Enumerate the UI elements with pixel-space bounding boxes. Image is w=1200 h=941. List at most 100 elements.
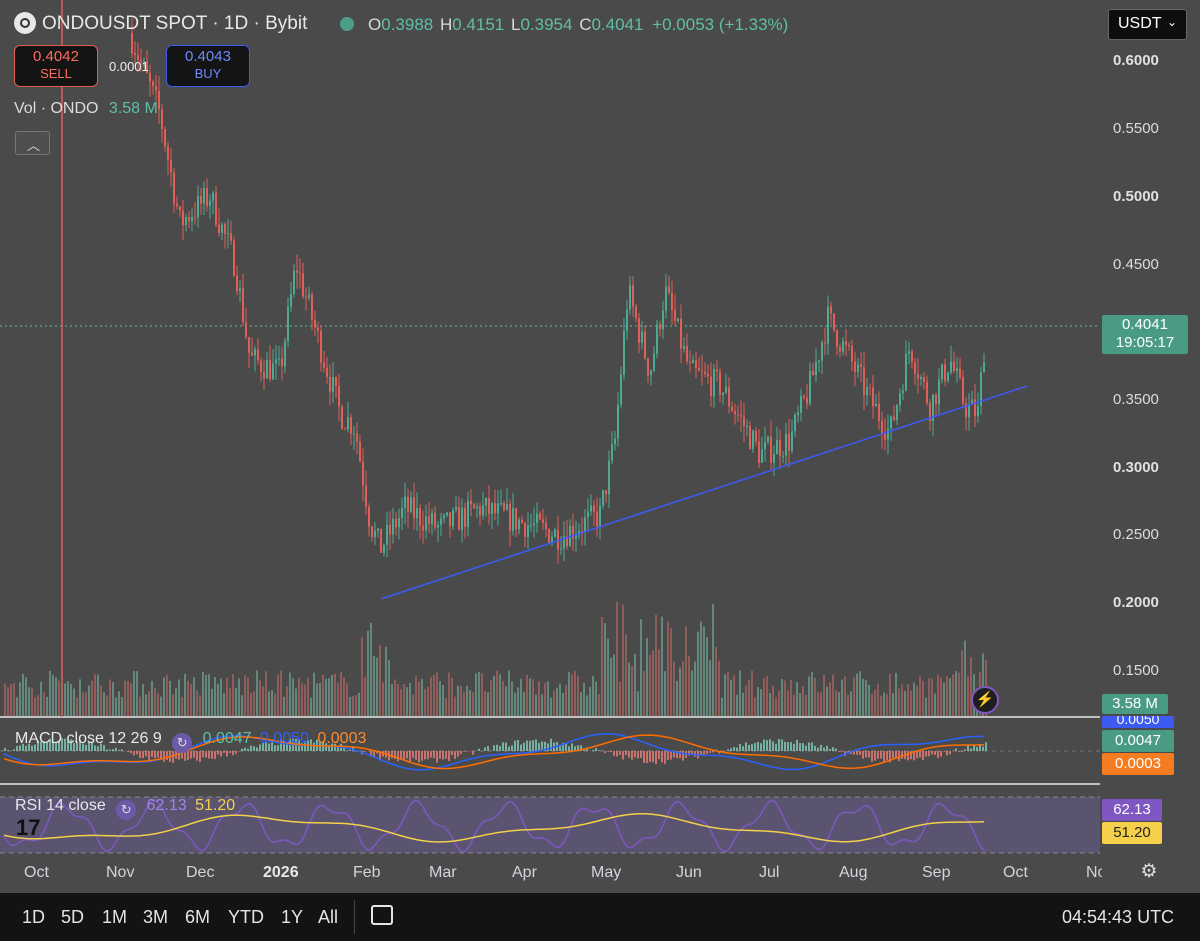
candle-body [149,72,151,82]
sell-button[interactable]: 0.4042 SELL [14,45,98,87]
volume-bar [670,628,672,716]
volume-bar [316,683,318,716]
timeframe-1y[interactable]: 1Y [281,907,303,928]
macd-histogram-bar [856,751,858,755]
candle-body [605,490,607,495]
timeframe-ytd[interactable]: YTD [228,907,264,928]
candle-body [653,353,655,371]
candle-body [392,518,394,535]
volume-bar [49,670,51,716]
macd-histogram-bar [967,745,969,751]
candle-body [953,361,955,371]
candle-body [785,433,787,456]
volume-bar [76,697,78,716]
symbol-logo-icon[interactable] [14,12,36,34]
volume-bar [352,696,354,716]
volume-bar [574,671,576,716]
candle-body [863,367,865,396]
volume-bar [844,676,846,716]
macd-histogram-bar [808,742,810,751]
volume-bar [358,692,360,716]
volume-bar [313,672,315,716]
macd-histogram-bar [643,751,645,763]
candle-body [947,372,949,381]
macd-histogram-bar [748,744,750,751]
volume-bar [499,674,501,716]
volume-bar [259,680,261,716]
rsi-settings-icon[interactable]: ↻ [116,800,137,820]
timeframe-3m[interactable]: 3M [143,907,168,928]
timeframe-all[interactable]: All [318,907,338,928]
candle-body [230,233,232,241]
macd-histogram-bar [436,751,438,763]
volume-bar [274,693,276,716]
price-chart[interactable] [0,0,1200,893]
macd-histogram-bar [493,745,495,751]
candle-body [407,496,409,512]
time-axis-label: Jun [676,864,702,881]
candle-body [431,512,433,524]
candle-body [893,416,895,420]
currency-select[interactable]: USDT ⌄ [1108,9,1187,40]
volume-bar [136,671,138,716]
volume-bar [148,691,150,716]
candle-body [341,406,343,429]
volume-bar [346,683,348,716]
date-range-icon[interactable] [371,905,393,925]
volume-bar [697,631,699,716]
volume-bar [172,694,174,716]
market-status-icon [340,17,354,31]
volume-bar [355,695,357,716]
macd-histogram-bar [865,751,867,758]
volume-bar [379,644,381,716]
macd-histogram-bar [937,751,939,759]
candle-body [470,500,472,505]
macd-histogram-bar [745,742,747,751]
candle-body [167,146,169,160]
macd-histogram-bar [778,738,780,751]
chevron-down-icon: ⌄ [1166,15,1177,29]
buy-button[interactable]: 0.4043 BUY [166,45,250,87]
volume-bar [649,654,651,716]
candle-body [374,530,376,537]
candle-body [221,224,223,233]
candle-body [641,331,643,344]
timeframe-6m[interactable]: 6M [185,907,210,928]
candle-body [437,524,439,528]
volume-bar [16,697,18,716]
timeframe-1m[interactable]: 1M [102,907,127,928]
macd-histogram-bar [742,746,744,751]
candle-body [245,322,247,338]
volume-bar [565,685,567,716]
lightning-icon[interactable]: ⚡ [971,686,999,714]
candle-body [461,507,463,531]
candle-body [497,503,499,514]
volume-bar [571,674,573,716]
macd-histogram-bar [457,751,459,757]
volume-bar [310,697,312,716]
macd-histogram-bar [706,751,708,754]
volume-bar [181,696,183,716]
buy-label: BUY [194,66,222,81]
collapse-legend-button[interactable]: ︿ [15,131,50,155]
volume-bar [376,657,378,716]
macd-settings-icon[interactable]: ↻ [172,733,193,753]
candle-body [725,387,727,393]
candle-body [797,412,799,416]
candle-body [719,371,721,395]
candle-body [287,306,289,342]
volume-bar [595,681,597,716]
volume-bar [484,690,486,716]
rsi-value: 62.13 [146,797,187,814]
symbol-title[interactable]: ONDOUSDT SPOT · 1D · Bybit [42,13,307,35]
macd-histogram-bar [667,751,669,760]
chart-settings-icon[interactable]: ⚙ [1139,862,1159,882]
candle-body [869,387,871,389]
macd-histogram-bar [427,751,429,760]
utc-clock[interactable]: 04:54:43 UTC [1062,907,1174,928]
timeframe-5d[interactable]: 5D [61,907,84,928]
timeframe-1d[interactable]: 1D [22,907,45,928]
candle-body [179,206,181,211]
macd-histogram-bar [922,751,924,760]
candle-body [425,516,427,531]
